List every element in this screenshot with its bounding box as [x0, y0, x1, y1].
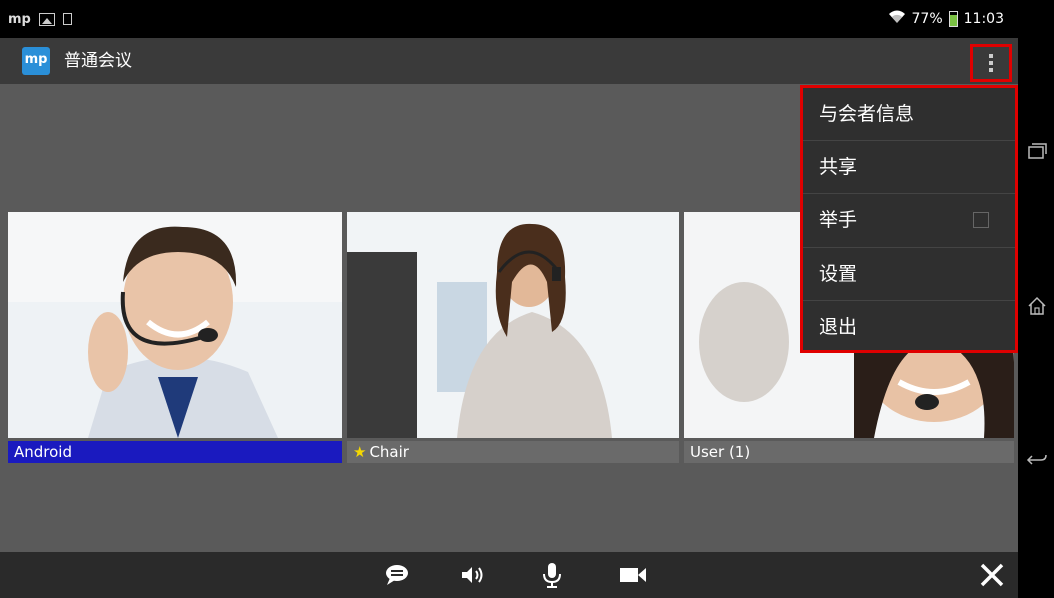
speaker-icon[interactable] — [458, 552, 488, 598]
participant-tile-chair[interactable]: ★ Chair — [347, 212, 679, 474]
mp-app-icon: mp — [8, 11, 31, 27]
menu-item-participant-info[interactable]: 与会者信息 — [803, 88, 1015, 142]
menu-item-label: 举手 — [819, 209, 858, 232]
image-icon — [38, 12, 55, 26]
participant-tile-android[interactable]: Android — [8, 212, 342, 474]
menu-item-raise-hand[interactable]: 举手 — [803, 194, 1015, 248]
square-icon — [62, 13, 72, 25]
back-icon[interactable] — [1026, 448, 1048, 470]
participant-name-label: ★ Chair — [347, 441, 679, 463]
system-nav-bar — [1018, 0, 1054, 598]
participant-name-label: User (1) — [684, 441, 1014, 463]
wifi-icon — [888, 10, 906, 28]
menu-item-share[interactable]: 共享 — [803, 141, 1015, 195]
status-bar: mp 77% 11:03 — [0, 0, 1018, 38]
page-title: 普通会议 — [64, 51, 132, 71]
recent-apps-icon[interactable] — [1026, 140, 1048, 162]
microphone-icon[interactable] — [537, 552, 567, 598]
close-icon[interactable] — [975, 552, 1009, 598]
more-vert-icon[interactable] — [970, 44, 1012, 82]
overflow-menu: 与会者信息 共享 举手 设置 退出 — [800, 85, 1018, 353]
raise-hand-checkbox[interactable] — [973, 212, 989, 229]
menu-item-label: 与会者信息 — [819, 103, 915, 125]
participant-name: Chair — [369, 443, 409, 461]
menu-item-label: 共享 — [819, 156, 858, 179]
menu-item-settings[interactable]: 设置 — [803, 248, 1015, 301]
app-bar: mp 普通会议 — [0, 38, 1018, 84]
menu-item-label: 设置 — [819, 262, 858, 285]
menu-item-exit[interactable]: 退出 — [803, 301, 1015, 354]
video-camera-icon[interactable] — [617, 552, 649, 598]
chat-icon[interactable] — [382, 552, 412, 598]
home-icon[interactable] — [1026, 295, 1048, 317]
participant-video — [8, 212, 342, 438]
participant-name-label: Android — [8, 441, 342, 463]
battery-percent: 77% — [911, 11, 943, 27]
star-icon: ★ — [353, 443, 367, 461]
clock: 11:03 — [963, 11, 1004, 27]
meeting-screen: mp 77% 11:03 mp 普通会议 Android ★ Chair Use… — [0, 0, 1018, 598]
app-logo: mp — [22, 47, 50, 75]
battery-icon — [948, 11, 958, 27]
menu-item-label: 退出 — [819, 315, 858, 338]
call-controls-bar — [0, 552, 1018, 598]
participant-video — [347, 212, 679, 438]
